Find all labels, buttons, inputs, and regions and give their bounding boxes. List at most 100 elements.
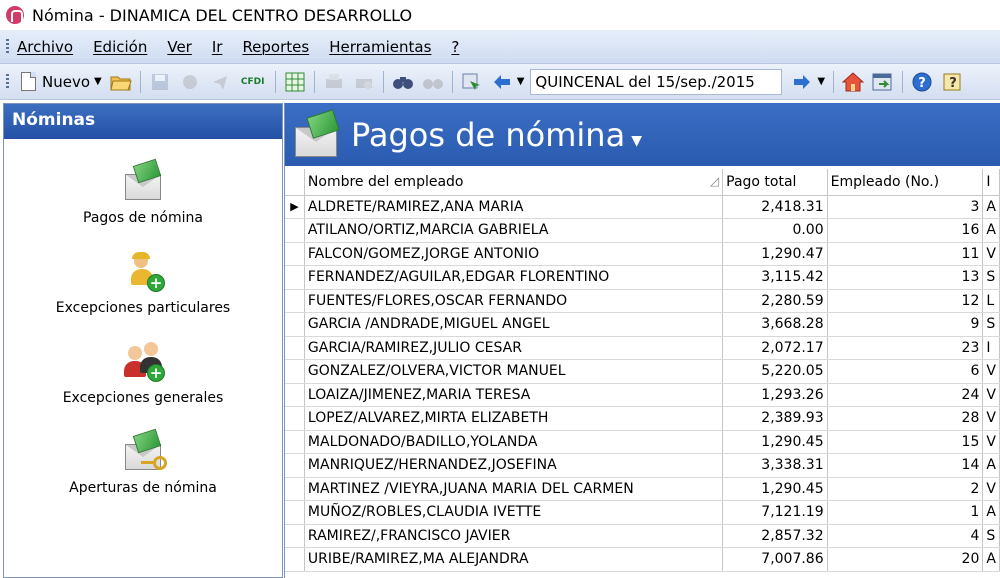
cell-employee-name[interactable]: FUENTES/FLORES,OSCAR FERNANDO [304,289,724,313]
cell-employee-number[interactable]: 24 [827,383,984,407]
sidebar-item-excepciones-particulares[interactable]: + Excepciones particulares [4,252,282,316]
table-row[interactable]: GARCIA /ANDRADE,MIGUEL ANGEL 3,668.28 9 S [285,312,1000,337]
row-indicator[interactable] [285,547,305,572]
cell-total-pay[interactable]: 2,072.17 [722,336,828,360]
cell-next-column[interactable]: S [982,312,1000,337]
find-next-icon[interactable] [421,70,445,94]
cell-total-pay[interactable]: 2,857.32 [722,524,828,548]
cell-employee-number[interactable]: 23 [827,336,984,360]
row-indicator[interactable] [285,524,305,548]
cell-employee-name[interactable]: ATILANO/ORTIZ,MARCIA GABRIELA [304,218,724,243]
cell-employee-number[interactable]: 14 [827,453,984,478]
find-icon[interactable] [391,70,415,94]
period-field[interactable]: QUINCENAL del 15/sep./2015 [530,68,783,95]
cell-employee-number[interactable]: 1 [827,500,984,525]
column-header-next[interactable]: I [982,169,1000,196]
cell-employee-number[interactable]: 9 [827,312,984,337]
cell-employee-number[interactable]: 16 [827,218,984,243]
row-indicator[interactable] [285,477,305,501]
cell-total-pay[interactable]: 1,290.47 [722,242,828,266]
page-title[interactable]: Pagos de nómina [351,116,625,154]
cell-total-pay[interactable]: 5,220.05 [722,359,828,384]
menu-reportes[interactable]: Reportes [242,38,309,56]
menu-help[interactable]: ? [451,38,459,56]
row-indicator[interactable] [285,265,305,290]
cell-total-pay[interactable]: 3,338.31 [722,453,828,478]
cell-total-pay[interactable]: 1,293.26 [722,383,828,407]
table-row[interactable]: MANRIQUEZ/HERNANDEZ,JOSEFINA 3,338.31 14 A [285,453,1000,478]
cell-employee-number[interactable]: 6 [827,359,984,384]
cell-next-column[interactable]: A [982,218,1000,243]
cell-next-column[interactable]: L [982,289,1000,313]
menu-ir[interactable]: Ir [212,38,223,56]
save-icon[interactable] [148,70,172,94]
cell-total-pay[interactable]: 2,280.59 [722,289,828,313]
cell-employee-number[interactable]: 4 [827,524,984,548]
cell-employee-name[interactable]: GARCIA /ANDRADE,MIGUEL ANGEL [304,312,724,337]
cell-total-pay[interactable]: 3,115.42 [722,265,828,290]
cfdi-icon[interactable]: CFDI [238,70,268,94]
cell-employee-name[interactable]: MUÑOZ/ROBLES,CLAUDIA IVETTE [304,500,724,525]
row-indicator[interactable] [285,312,305,337]
cell-next-column[interactable]: V [982,359,1000,384]
send-icon[interactable] [208,70,232,94]
cell-employee-name[interactable]: GARCIA/RAMIREZ,JULIO CESAR [304,336,724,360]
row-indicator[interactable] [285,500,305,525]
cell-next-column[interactable]: V [982,383,1000,407]
table-row[interactable]: MUÑOZ/ROBLES,CLAUDIA IVETTE 7,121.19 1 A [285,500,1000,525]
row-indicator[interactable] [285,359,305,384]
cell-next-column[interactable]: V [982,477,1000,501]
new-button[interactable]: Nuevo ▼ [21,72,102,91]
cell-employee-number[interactable]: 3 [827,195,984,219]
cell-next-column[interactable]: I [982,336,1000,360]
open-folder-icon[interactable] [109,70,133,94]
cell-total-pay[interactable]: 3,668.28 [722,312,828,337]
stamp-icon[interactable] [178,70,202,94]
cell-employee-number[interactable]: 28 [827,406,984,431]
cell-next-column[interactable]: S [982,265,1000,290]
cell-employee-number[interactable]: 2 [827,477,984,501]
table-row[interactable]: RAMIREZ/,FRANCISCO JAVIER 2,857.32 4 S [285,524,1000,548]
row-indicator[interactable] [285,336,305,360]
cell-employee-name[interactable]: URIBE/RAMIREZ,MA ALEJANDRA [304,547,724,572]
back-arrow-icon[interactable] [490,70,514,94]
export-icon[interactable] [871,70,895,94]
table-row[interactable]: LOPEZ/ALVAREZ,MIRTA ELIZABETH 2,389.93 28 V [285,406,1000,431]
table-row[interactable]: FALCON/GOMEZ,JORGE ANTONIO 1,290.47 11 V [285,242,1000,266]
cell-next-column[interactable]: V [982,242,1000,266]
row-indicator[interactable] [285,383,305,407]
cell-next-column[interactable]: S [982,524,1000,548]
table-row[interactable]: LOAIZA/JIMENEZ,MARIA TERESA 1,293.26 24 V [285,383,1000,407]
row-indicator[interactable] [285,218,305,243]
table-row[interactable]: URIBE/RAMIREZ,MA ALEJANDRA 7,007.86 20 A [285,547,1000,572]
row-indicator[interactable] [285,406,305,431]
cell-next-column[interactable]: A [982,500,1000,525]
cell-next-column[interactable]: V [982,430,1000,454]
cell-total-pay[interactable]: 1,290.45 [722,477,828,501]
cell-employee-name[interactable]: FALCON/GOMEZ,JORGE ANTONIO [304,242,724,266]
menu-ver[interactable]: Ver [167,38,192,56]
row-indicator[interactable] [285,453,305,478]
menu-herramientas[interactable]: Herramientas [329,38,431,56]
help-icon[interactable]: ? [910,70,934,94]
cell-employee-number[interactable]: 13 [827,265,984,290]
print-preview-icon[interactable] [352,70,376,94]
cell-employee-name[interactable]: MANRIQUEZ/HERNANDEZ,JOSEFINA [304,453,724,478]
cell-employee-name[interactable]: MARTINEZ /VIEYRA,JUANA MARIA DEL CARMEN [304,477,724,501]
cell-employee-name[interactable]: GONZALEZ/OLVERA,VICTOR MANUEL [304,359,724,384]
cell-employee-number[interactable]: 20 [827,547,984,572]
cell-next-column[interactable]: A [982,547,1000,572]
cell-next-column[interactable]: A [982,453,1000,478]
table-row[interactable]: MALDONADO/BADILLO,YOLANDA 1,290.45 15 V [285,430,1000,454]
table-row[interactable]: GONZALEZ/OLVERA,VICTOR MANUEL 5,220.05 6 V [285,359,1000,384]
row-indicator[interactable] [285,242,305,266]
table-row[interactable]: FERNANDEZ/AGUILAR,EDGAR FLORENTINO 3,115.… [285,265,1000,290]
sidebar-item-excepciones-generales[interactable]: + Excepciones generales [4,342,282,406]
cell-total-pay[interactable]: 7,121.19 [722,500,828,525]
cell-total-pay[interactable]: 2,418.31 [722,195,828,219]
menu-grip-icon[interactable] [6,38,9,55]
table-row[interactable]: ATILANO/ORTIZ,MARCIA GABRIELA 0.00 16 A [285,218,1000,243]
row-indicator[interactable] [285,289,305,313]
cell-employee-name[interactable]: ALDRETE/RAMIREZ,ANA MARIA [304,195,724,219]
cell-employee-name[interactable]: LOPEZ/ALVAREZ,MIRTA ELIZABETH [304,406,724,431]
